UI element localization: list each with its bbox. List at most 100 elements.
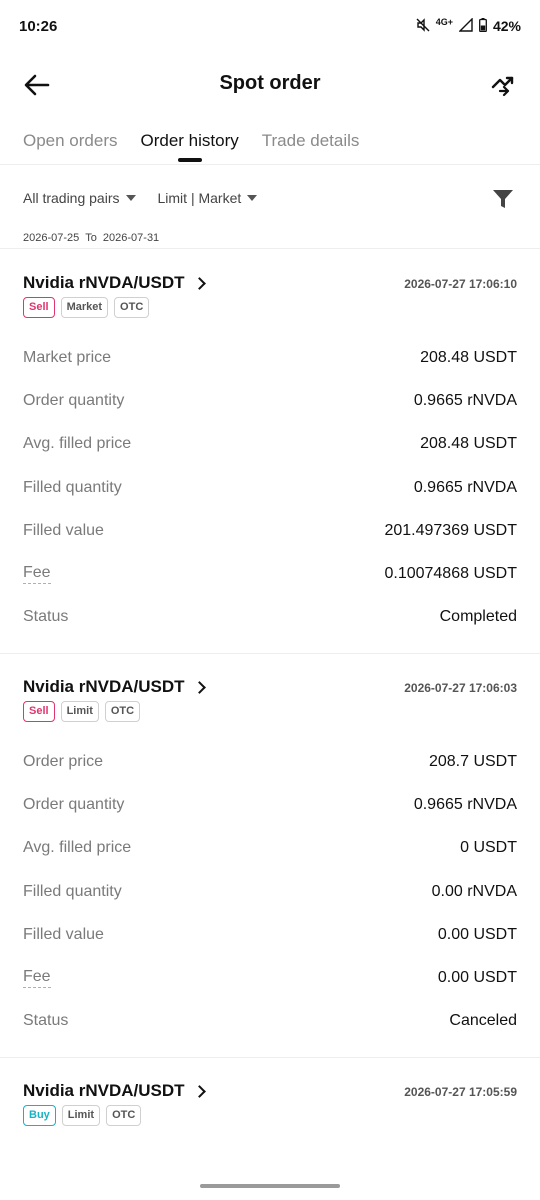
detail-value: 0.9665 rNVDA	[413, 391, 517, 409]
detail-value: 0.00 USDT	[437, 969, 517, 987]
detail-value: 0.9665 rNVDA	[413, 795, 517, 813]
share-button[interactable]	[488, 70, 518, 100]
venue-badge: OTC	[104, 701, 141, 722]
order-type-filter-label: Limit | Market	[157, 190, 242, 206]
detail-label: Filled value	[23, 521, 104, 539]
detail-label: Avg. filled price	[23, 839, 132, 857]
order-tags: Buy Limit OTC	[23, 1105, 142, 1126]
signal-icon	[458, 16, 473, 35]
fee-label[interactable]: Fee	[23, 968, 51, 989]
detail-row: Avg. filled price 208.48 USDT	[0, 423, 540, 466]
detail-value: 0.00 USDT	[437, 925, 517, 943]
detail-label: Filled quantity	[23, 882, 122, 900]
filter-bar: All trading pairs Limit | Market	[23, 190, 258, 206]
order-header: Nvidia rNVDA/USDT 2026-07-27 17:05:59 Bu…	[0, 1057, 540, 1127]
venue-badge: OTC	[106, 1105, 142, 1126]
detail-row: Status Completed	[0, 596, 540, 639]
share-chart-icon	[491, 76, 514, 97]
order-card: Nvidia rNVDA/USDT 2026-07-27 17:05:59 Bu…	[0, 1057, 540, 1127]
tabs-divider	[0, 164, 540, 165]
detail-value: 208.7 USDT	[428, 752, 517, 770]
detail-row: Avg. filled price 0 USDT	[0, 827, 540, 870]
battery-level: 42%	[492, 18, 521, 34]
detail-label: Filled value	[23, 925, 104, 943]
detail-row: Filled quantity 0.9665 rNVDA	[0, 466, 540, 509]
detail-label: Avg. filled price	[23, 435, 132, 453]
trading-pairs-filter-label: All trading pairs	[23, 190, 120, 206]
caret-down-icon	[247, 195, 258, 201]
detail-value: 0.00 rNVDA	[431, 882, 517, 900]
mute-icon	[416, 17, 430, 35]
detail-value: 208.48 USDT	[420, 348, 517, 366]
detail-row: Order quantity 0.9665 rNVDA	[0, 783, 540, 826]
order-header: Nvidia rNVDA/USDT 2026-07-27 17:06:03 Se…	[0, 653, 540, 723]
detail-row: Filled quantity 0.00 rNVDA	[0, 870, 540, 913]
detail-label: Order quantity	[23, 795, 125, 813]
detail-row: Fee 0.00 USDT	[0, 956, 540, 999]
type-badge: Market	[60, 297, 109, 318]
order-tags: Sell Limit OTC	[23, 701, 141, 722]
order-time: 2026-07-27 17:05:59	[404, 1085, 517, 1099]
order-header: Nvidia rNVDA/USDT 2026-07-27 17:06:10 Se…	[0, 249, 540, 319]
detail-value: 201.497369 USDT	[384, 521, 517, 539]
date-from: 2026-07-25	[23, 232, 80, 244]
order-pair-link[interactable]: Nvidia rNVDA/USDT	[23, 1081, 206, 1101]
order-type-filter[interactable]: Limit | Market	[158, 190, 258, 206]
network-label: 4G+	[435, 17, 453, 27]
status-value: Canceled	[449, 1012, 517, 1030]
order-time: 2026-07-27 17:06:03	[404, 681, 517, 695]
detail-label: Order quantity	[23, 391, 125, 409]
chevron-right-icon	[192, 680, 206, 694]
date-to: 2026-07-31	[102, 232, 160, 244]
caret-down-icon	[125, 195, 136, 201]
detail-value: 0.9665 rNVDA	[413, 478, 517, 496]
tab-trade-details[interactable]: Trade details	[262, 126, 360, 162]
date-to-label: To	[85, 232, 97, 244]
detail-value: 0 USDT	[460, 839, 517, 857]
side-badge: Sell	[23, 701, 55, 722]
type-badge: Limit	[60, 701, 99, 722]
detail-label: Status	[23, 1012, 69, 1030]
tab-open-orders[interactable]: Open orders	[23, 126, 118, 162]
order-time: 2026-07-27 17:06:10	[404, 277, 517, 291]
status-icons: 4G+ 42%	[416, 16, 521, 35]
date-range[interactable]: 2026-07-25 To 2026-07-31	[23, 232, 159, 244]
order-pair: Nvidia rNVDA/USDT	[23, 273, 185, 292]
order-card: Nvidia rNVDA/USDT 2026-07-27 17:06:10 Se…	[0, 249, 540, 655]
side-badge: Sell	[23, 297, 55, 318]
order-pair: Nvidia rNVDA/USDT	[23, 1081, 185, 1100]
app-header: Spot order	[0, 60, 540, 110]
trading-pairs-filter[interactable]: All trading pairs	[23, 190, 136, 206]
detail-row: Status Canceled	[0, 1000, 540, 1043]
detail-value: 208.48 USDT	[420, 435, 517, 453]
detail-row: Order price 208.7 USDT	[0, 740, 540, 783]
funnel-icon	[493, 190, 513, 208]
battery-icon	[479, 17, 487, 35]
status-value: Completed	[439, 608, 517, 626]
detail-label: Market price	[23, 348, 112, 366]
home-indicator[interactable]	[200, 1184, 340, 1188]
detail-row: Filled value 0.00 USDT	[0, 913, 540, 956]
tab-order-history[interactable]: Order history	[141, 126, 239, 162]
order-details: Market price 208.48 USDT Order quantity …	[0, 336, 540, 639]
detail-label: Filled quantity	[23, 478, 122, 496]
status-time: 10:26	[19, 17, 58, 35]
detail-label: Status	[23, 608, 69, 626]
detail-row: Market price 208.48 USDT	[0, 336, 540, 379]
order-card: Nvidia rNVDA/USDT 2026-07-27 17:06:03 Se…	[0, 653, 540, 1059]
order-pair-link[interactable]: Nvidia rNVDA/USDT	[23, 273, 206, 293]
order-details: Order price 208.7 USDT Order quantity 0.…	[0, 740, 540, 1043]
venue-badge: OTC	[114, 297, 150, 318]
detail-row: Order quantity 0.9665 rNVDA	[0, 379, 540, 422]
fee-label[interactable]: Fee	[23, 564, 51, 585]
detail-label: Order price	[23, 752, 104, 770]
page-title: Spot order	[219, 72, 321, 94]
detail-row: Filled value 201.497369 USDT	[0, 509, 540, 552]
order-pair: Nvidia rNVDA/USDT	[23, 677, 185, 696]
order-tags: Sell Market OTC	[23, 297, 150, 318]
tab-bar: Open orders Order history Trade details	[23, 126, 382, 162]
detail-row: Fee 0.10074868 USDT	[0, 552, 540, 595]
order-pair-link[interactable]: Nvidia rNVDA/USDT	[23, 677, 206, 697]
filter-button[interactable]	[492, 188, 514, 210]
detail-value: 0.10074868 USDT	[384, 565, 517, 583]
